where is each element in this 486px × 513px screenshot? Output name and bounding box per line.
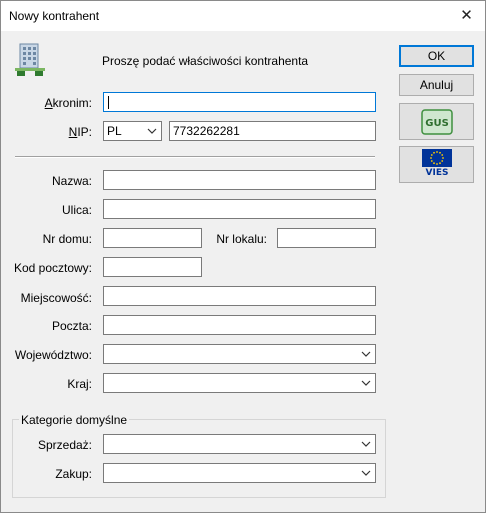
nr-domu-input[interactable] (103, 228, 202, 248)
cancel-button[interactable]: Anuluj (399, 74, 474, 96)
categories-group-title: Kategorie domyślne (19, 413, 130, 427)
vies-label: VIES (425, 168, 449, 178)
miejscowosc-label: Miejscowość: (20, 291, 92, 305)
categories-group (12, 419, 386, 498)
poczta-input[interactable] (103, 315, 376, 335)
akronim-label: Akronim: (44, 96, 92, 110)
chevron-down-icon (147, 128, 157, 134)
sprzedaz-select[interactable] (103, 434, 376, 454)
nip-country-value: PL (107, 124, 122, 138)
nr-lokalu-input[interactable] (277, 228, 376, 248)
nazwa-input[interactable] (103, 170, 376, 190)
kod-pocztowy-label: Kod pocztowy: (13, 261, 92, 275)
nip-label: NIP: (68, 125, 92, 139)
ulica-input[interactable] (103, 199, 376, 219)
separator (15, 156, 375, 158)
zakup-label: Zakup: (55, 467, 92, 481)
title-bar: Nowy kontrahent ✕ (1, 1, 485, 31)
gus-button[interactable]: GUS (399, 103, 474, 140)
nazwa-label: Nazwa: (51, 174, 92, 188)
ulica-label: Ulica: (61, 203, 92, 217)
vies-button[interactable]: VIES (399, 146, 474, 183)
svg-text:GUS: GUS (425, 118, 449, 129)
header-prompt: Proszę podać właściwości kontrahenta (102, 54, 309, 68)
nip-input[interactable]: 7732262281 (169, 121, 376, 141)
sprzedaz-label: Sprzedaż: (37, 438, 92, 452)
chevron-down-icon (361, 380, 371, 386)
chevron-down-icon (361, 351, 371, 357)
nr-domu-label: Nr domu: (42, 232, 92, 246)
wojewodztwo-label: Województwo: (14, 348, 92, 362)
wojewodztwo-select[interactable] (103, 344, 376, 364)
ok-button[interactable]: OK (399, 45, 474, 67)
gus-logo-icon: GUS (420, 109, 453, 135)
chevron-down-icon (361, 441, 371, 447)
vies-logo: VIES (422, 149, 452, 180)
miejscowosc-input[interactable] (103, 286, 376, 306)
kod-pocztowy-input[interactable] (103, 257, 202, 277)
dialog-window: Nowy kontrahent ✕ Proszę podać właściwoś… (0, 0, 486, 513)
nr-lokalu-label: Nr lokalu: (216, 232, 267, 246)
poczta-label: Poczta: (51, 319, 92, 333)
kraj-select[interactable] (103, 373, 376, 393)
chevron-down-icon (361, 470, 371, 476)
eu-flag-icon (422, 149, 452, 167)
nip-country-select[interactable]: PL (103, 121, 162, 141)
text-caret (108, 96, 109, 109)
zakup-select[interactable] (103, 463, 376, 483)
building-icon (14, 43, 46, 77)
kraj-label: Kraj: (67, 377, 92, 391)
akronim-input[interactable] (103, 92, 376, 112)
close-icon[interactable]: ✕ (448, 1, 485, 31)
window-title: Nowy kontrahent (9, 9, 100, 23)
